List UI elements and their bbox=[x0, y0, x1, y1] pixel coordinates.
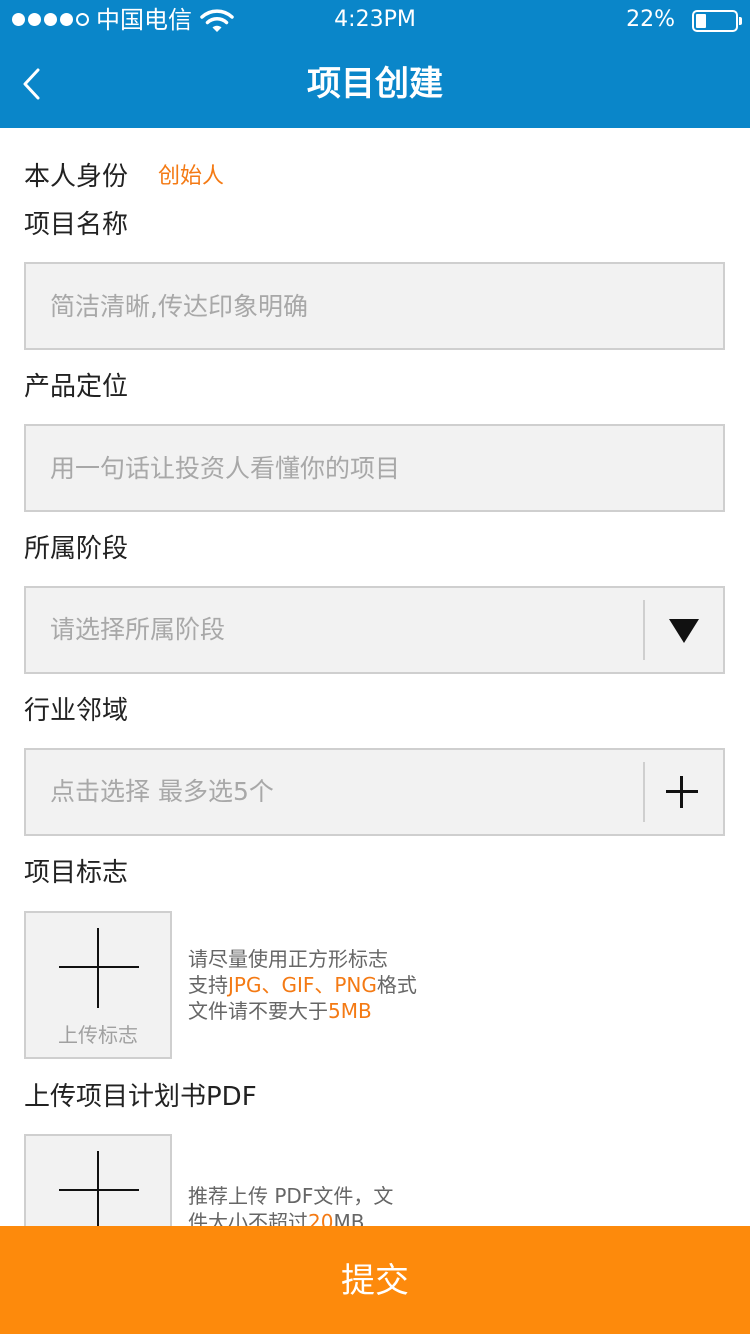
logo-hint: 请尽量使用正方形标志 支持JPG、GIF、PNG格式 文件请不要大于5MB bbox=[188, 946, 417, 1024]
plus-icon[interactable] bbox=[666, 776, 698, 808]
stage-placeholder: 请选择所属阶段 bbox=[50, 615, 226, 644]
battery-icon bbox=[692, 10, 742, 32]
logo-upload-caption: 上传标志 bbox=[58, 1023, 138, 1047]
industry-placeholder: 点击选择 最多选5个 bbox=[50, 777, 274, 806]
stage-select[interactable]: 请选择所属阶段 bbox=[24, 586, 725, 674]
page-title: 项目创建 bbox=[307, 64, 443, 104]
stage-label: 所属阶段 bbox=[24, 534, 129, 564]
project-name-input[interactable] bbox=[26, 264, 723, 348]
pdf-hint-line-1: 推荐上传 PDF文件，文 bbox=[188, 1184, 394, 1208]
industry-select[interactable]: 点击选择 最多选5个 bbox=[24, 748, 725, 836]
logo-hint-line-1: 请尽量使用正方形标志 bbox=[188, 947, 388, 971]
status-bar: 中国电信 4:23PM 22% bbox=[0, 0, 750, 40]
battery-percent: 22% bbox=[626, 7, 675, 32]
logo-hint-line-3: 文件请不要大于5MB bbox=[188, 999, 372, 1023]
logo-label: 项目标志 bbox=[24, 858, 129, 888]
industry-label: 行业邻域 bbox=[24, 696, 129, 726]
triangle-down-icon[interactable] bbox=[669, 619, 699, 643]
project-name-field bbox=[24, 262, 725, 350]
divider bbox=[643, 600, 645, 660]
logo-hint-line-2: 支持JPG、GIF、PNG格式 bbox=[188, 973, 417, 997]
logo-upload-button[interactable]: 上传标志 bbox=[24, 911, 172, 1059]
identity-label: 本人身份 bbox=[24, 162, 129, 192]
plus-icon bbox=[59, 928, 139, 1008]
project-name-label: 项目名称 bbox=[24, 210, 129, 240]
header-bar: 中国电信 4:23PM 22% 项目创建 bbox=[0, 0, 750, 128]
divider bbox=[643, 762, 645, 822]
plus-icon bbox=[59, 1151, 139, 1231]
positioning-input[interactable] bbox=[26, 426, 723, 510]
identity-value: 创始人 bbox=[158, 164, 225, 189]
positioning-field bbox=[24, 424, 725, 512]
submit-button[interactable]: 提交 bbox=[0, 1226, 750, 1334]
positioning-label: 产品定位 bbox=[24, 372, 129, 402]
pdf-label: 上传项目计划书PDF bbox=[24, 1082, 257, 1112]
